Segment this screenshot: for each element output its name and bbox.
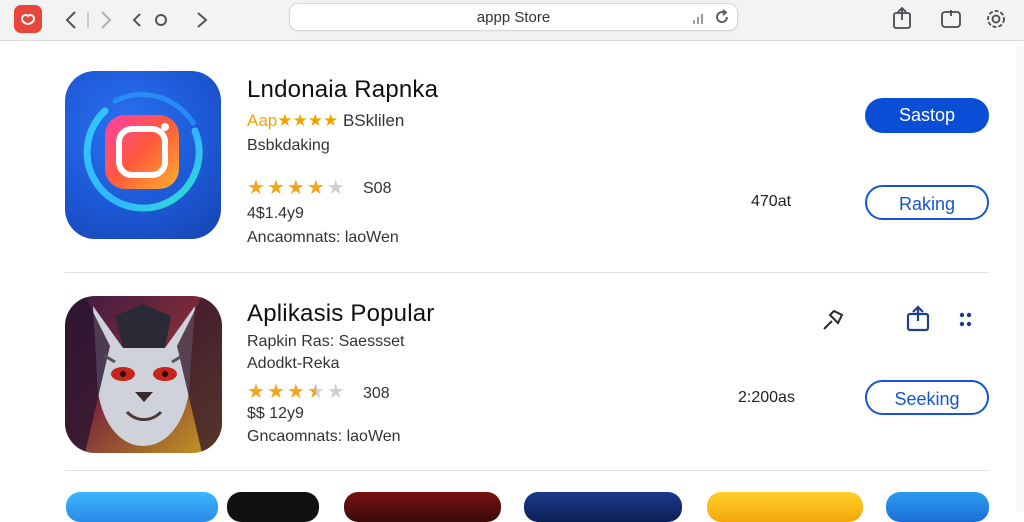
url-text: appp Store xyxy=(476,9,551,26)
row-divider xyxy=(65,470,989,471)
reload-icon[interactable] xyxy=(713,8,731,26)
rating-count: 308 xyxy=(363,385,390,402)
signal-icon xyxy=(693,14,703,24)
home-circle-icon[interactable] xyxy=(151,8,175,32)
app-logo-icon[interactable] xyxy=(14,5,42,33)
app-icon-wolf-character[interactable] xyxy=(65,296,222,453)
chevron-right-icon[interactable] xyxy=(93,8,117,32)
tabs-icon[interactable] xyxy=(940,6,962,30)
app-price: $$ 12y9 xyxy=(247,405,304,422)
star-filled-icon: ★ xyxy=(286,177,305,199)
back-arrow-icon[interactable] xyxy=(127,8,151,32)
thumbnail-app[interactable] xyxy=(886,492,989,522)
star-rating: ★ ★ ★ ★ ★ xyxy=(247,178,347,198)
scrollbar[interactable] xyxy=(1016,41,1024,512)
row-divider xyxy=(65,272,989,273)
app-size: 470at xyxy=(751,193,792,210)
app-category: Adodkt-Reka xyxy=(247,355,340,372)
app-icon-instagram-style[interactable] xyxy=(65,71,221,239)
more-dots-icon[interactable] xyxy=(958,311,972,334)
thumbnail-app[interactable] xyxy=(707,492,863,522)
star-filled-icon: ★ xyxy=(306,177,325,199)
thumbnail-app[interactable] xyxy=(524,492,682,522)
browser-toolbar: appp Store xyxy=(0,0,1024,41)
star-filled-icon: ★ xyxy=(247,177,265,199)
thumbnail-app[interactable] xyxy=(66,492,218,522)
share-icon[interactable] xyxy=(905,305,931,338)
app-developer: Ancaomnats: laoWen xyxy=(247,229,399,246)
app-tagline: Rapkin Ras: Saessset xyxy=(247,333,405,350)
tagline-rest: BSklilen xyxy=(338,111,405,130)
app-title[interactable]: Aplikasis Popular xyxy=(247,300,435,328)
star-rating: ★ ★ ★ ★ ★ xyxy=(247,382,347,402)
app-title[interactable]: Lndonaia Rapnka xyxy=(247,76,438,104)
star-filled-icon: ★ xyxy=(247,381,265,403)
app-category: Bsbkdaking xyxy=(247,137,330,154)
address-bar[interactable]: appp Store xyxy=(289,3,738,31)
app-tagline: Aap★★★★ BSklilen xyxy=(247,111,404,131)
app-price: 4$1.4y9 xyxy=(247,205,304,222)
gear-icon[interactable] xyxy=(984,6,1006,30)
tagline-accent: Aap★★★★ xyxy=(247,111,339,130)
thumbnail-app[interactable] xyxy=(227,492,319,522)
star-empty-icon: ★ xyxy=(326,177,345,199)
star-filled-icon: ★ xyxy=(266,381,285,403)
app-developer: Gncaomnats: laoWen xyxy=(247,428,401,445)
chevron-left-icon[interactable] xyxy=(60,8,84,32)
app-size: 2:200as xyxy=(738,389,795,406)
star-half-icon: ★ xyxy=(306,381,325,403)
star-filled-icon: ★ xyxy=(286,381,305,403)
star-empty-icon: ★ xyxy=(326,381,345,403)
seeking-button[interactable]: Seeking xyxy=(865,380,989,415)
rating-count: S08 xyxy=(363,180,392,197)
get-button[interactable]: Sastop xyxy=(865,98,989,133)
share-icon[interactable] xyxy=(891,6,913,30)
thumbnail-app[interactable] xyxy=(344,492,501,522)
star-filled-icon: ★ xyxy=(266,177,285,199)
pin-icon[interactable] xyxy=(820,309,846,338)
forward-arrow-icon[interactable] xyxy=(190,8,214,32)
ranking-button[interactable]: Raking xyxy=(865,185,989,220)
